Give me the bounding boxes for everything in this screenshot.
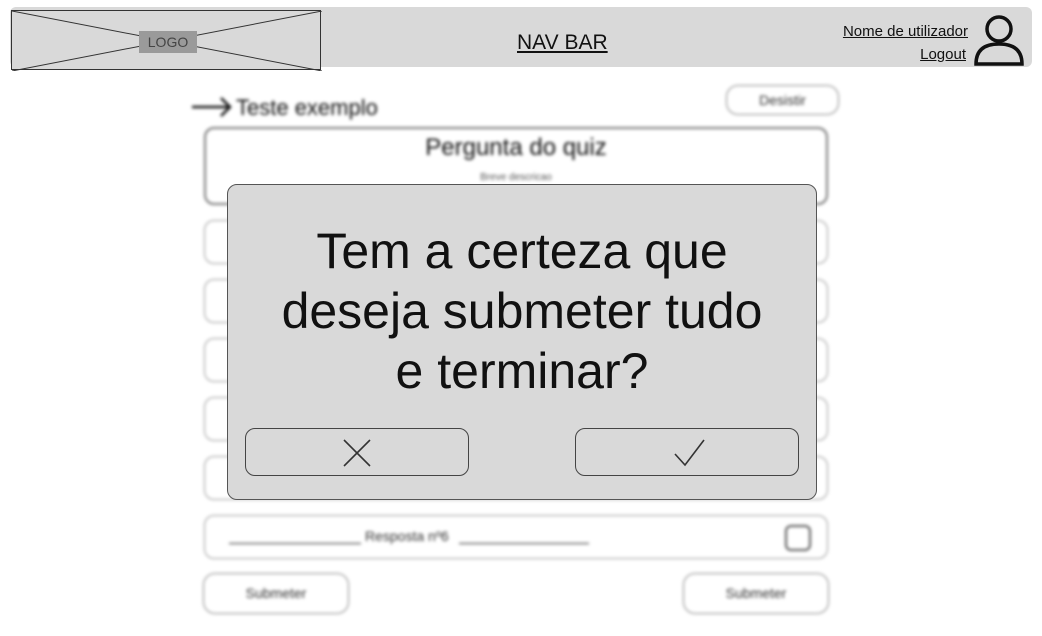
cancel-button[interactable] — [245, 428, 469, 476]
check-icon — [674, 439, 705, 467]
dialog-message-line-2: deseja submeter tudo — [281, 283, 763, 339]
user-avatar-icon[interactable] — [972, 14, 1026, 66]
answer-underline-left — [229, 543, 361, 544]
giveup-button[interactable]: Desistir — [726, 85, 839, 115]
dialog-message-line-3: e terminar? — [395, 343, 649, 399]
answer-checkbox[interactable] — [785, 525, 811, 551]
question-description: Breve descricao — [480, 172, 552, 183]
logo-label: LOGO — [139, 31, 197, 53]
confirm-submit-dialog: Tem a certeza que deseja submeter tudo e… — [227, 184, 817, 500]
nav-title[interactable]: NAV BAR — [517, 31, 608, 55]
close-icon — [343, 439, 371, 467]
answer-text: Resposta nº6 — [365, 528, 449, 544]
logout-link[interactable]: Logout — [920, 46, 966, 63]
submit-button-right[interactable]: Submeter — [683, 573, 829, 614]
answer-row-6[interactable]: Resposta nº6 — [204, 515, 828, 559]
submit-button-left[interactable]: Submeter — [203, 573, 349, 614]
dialog-message: Tem a certeza que deseja submeter tudo e… — [228, 221, 816, 401]
back-arrow-icon[interactable] — [190, 94, 234, 120]
dialog-message-line-1: Tem a certeza que — [316, 223, 728, 279]
user-name-link[interactable]: Nome de utilizador — [843, 23, 968, 40]
logo[interactable]: LOGO — [11, 10, 322, 71]
question-title: Pergunta do quiz — [425, 134, 607, 161]
answer-underline-right — [459, 543, 589, 544]
quiz-title: Teste exemplo — [236, 95, 378, 120]
confirm-button[interactable] — [575, 428, 799, 476]
